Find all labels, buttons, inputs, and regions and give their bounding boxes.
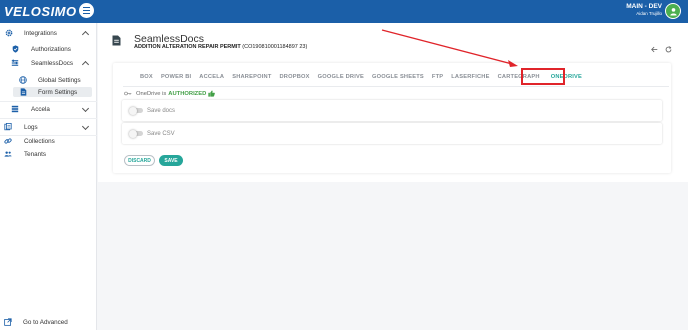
sidebar-item-label: Global Settings (38, 76, 81, 84)
sidebar-item-label: Tenants (24, 150, 47, 158)
globe-icon (19, 76, 27, 84)
external-link-icon (4, 318, 12, 326)
tab-google-drive[interactable]: GOOGLE DRIVE (314, 74, 368, 80)
menu-button[interactable] (79, 3, 94, 18)
avatar[interactable] (665, 3, 681, 19)
discard-button[interactable]: DISCARD (124, 155, 155, 166)
logs-icon (4, 123, 12, 131)
document-icon (19, 88, 27, 96)
header-actions (651, 46, 672, 53)
environment-title: MAIN - DEV (626, 3, 662, 10)
sidebar: Integrations Authorizations SeamlessDocs… (0, 23, 97, 330)
tab-sharepoint[interactable]: SHAREPOINT (228, 74, 275, 80)
refresh-icon[interactable] (665, 46, 672, 53)
page-subtitle: ADDITION ALTERATION REPAIR PERMIT (CO190… (134, 44, 307, 50)
auth-status-value: AUTHORIZED (168, 90, 207, 97)
divider (0, 118, 97, 119)
sidebar-item-label: SeamlessDocs (31, 59, 73, 67)
divider (0, 101, 97, 102)
save-docs-option: Save docs (122, 100, 662, 121)
chevron-up-icon (81, 60, 90, 69)
user-name: Aidan Trujillo (636, 11, 662, 16)
logo-text: VELOSIMO (4, 4, 77, 19)
sidebar-item-accela[interactable]: Accela (0, 104, 97, 114)
sidebar-item-logs[interactable]: Logs (0, 122, 97, 132)
shield-icon (11, 45, 19, 53)
save-button[interactable]: SAVE (159, 155, 183, 166)
auth-prefix: OneDrive is (136, 90, 167, 97)
sidebar-item-seamlessdocs[interactable]: SeamlessDocs (0, 58, 97, 69)
top-bar: VELOSIMO MAIN - DEV Aidan Trujillo (0, 0, 688, 23)
sidebar-item-label: Collections (24, 137, 55, 145)
key-icon (124, 91, 132, 96)
sidebar-item-form-settings[interactable]: Form Settings (0, 87, 97, 97)
auth-status: OneDrive is AUTHORIZED (124, 90, 216, 97)
user-icon (669, 7, 677, 16)
sidebar-item-label: Form Settings (38, 88, 78, 96)
sidebar-item-label: Integrations (24, 29, 57, 37)
link-icon (4, 137, 12, 145)
velosimo-logo[interactable]: VELOSIMO (4, 3, 77, 20)
back-arrow-icon[interactable] (651, 46, 658, 53)
document-icon (112, 35, 121, 46)
sidebar-item-label: Accela (31, 105, 50, 113)
list-icon (11, 105, 19, 113)
integration-tabs: BOX POWER BI ACCELA SHAREPOINT DROPBOX G… (136, 68, 586, 86)
sidebar-item-collections[interactable]: Collections (0, 136, 97, 146)
tab-laserfiche[interactable]: LASERFICHE (447, 74, 493, 80)
sidebar-item-global-settings[interactable]: Global Settings (0, 75, 97, 85)
thumbs-up-icon (208, 90, 216, 97)
gear-icon (5, 29, 13, 37)
onedrive-highlight-box (521, 68, 565, 85)
go-to-advanced-link[interactable]: Go to Advanced (0, 318, 68, 326)
sliders-icon (11, 59, 19, 67)
save-csv-option: Save CSV (122, 123, 662, 144)
tabs-divider (123, 86, 669, 87)
environment-info: MAIN - DEV Aidan Trujillo (626, 3, 662, 16)
sidebar-item-label: Logs (24, 123, 38, 131)
save-docs-toggle[interactable] (129, 106, 143, 115)
tab-box[interactable]: BOX (136, 74, 157, 80)
tab-google-sheets[interactable]: GOOGLE SHEETS (368, 74, 428, 80)
form-name: ADDITION ALTERATION REPAIR PERMIT (134, 44, 241, 50)
save-docs-label: Save docs (147, 107, 176, 114)
users-icon (4, 150, 12, 158)
save-csv-label: Save CSV (147, 130, 175, 137)
tab-power-bi[interactable]: POWER BI (157, 74, 195, 80)
chevron-down-icon (81, 104, 90, 113)
sidebar-item-tenants[interactable]: Tenants (0, 149, 97, 159)
sidebar-item-label: Authorizations (31, 45, 71, 53)
save-csv-toggle[interactable] (129, 129, 143, 138)
sidebar-item-integrations[interactable]: Integrations (0, 28, 97, 39)
chevron-down-icon (81, 122, 90, 131)
tab-accela[interactable]: ACCELA (195, 74, 228, 80)
tab-dropbox[interactable]: DROPBOX (276, 74, 314, 80)
tab-ftp[interactable]: FTP (428, 74, 447, 80)
form-code: (CO190810001184897 23) (242, 44, 308, 50)
chevron-up-icon (81, 30, 90, 39)
sidebar-item-authorizations[interactable]: Authorizations (0, 44, 97, 54)
go-to-advanced-label: Go to Advanced (23, 318, 68, 326)
